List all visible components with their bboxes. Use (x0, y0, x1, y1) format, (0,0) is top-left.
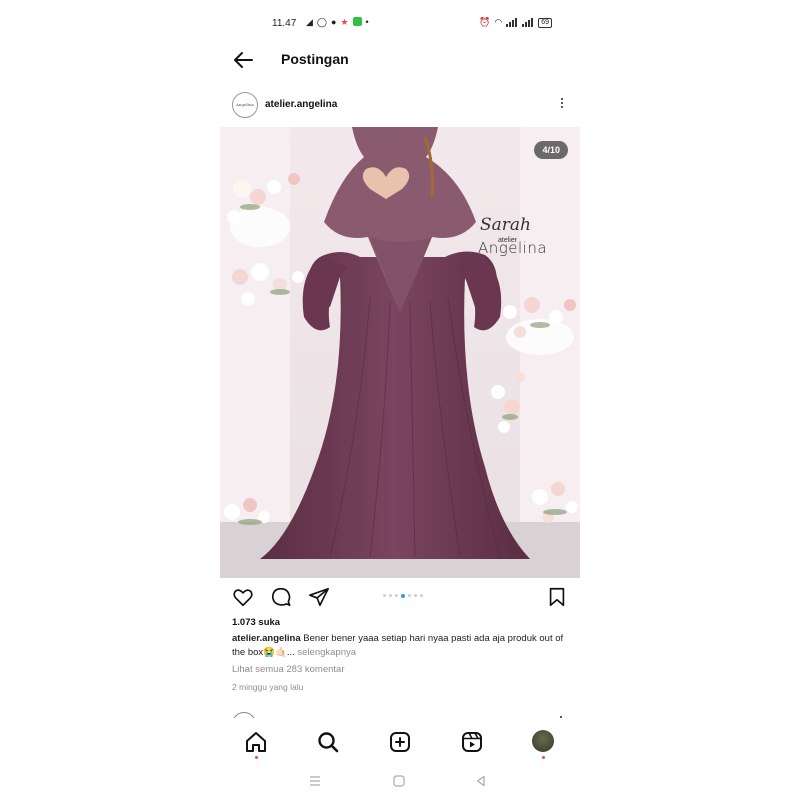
star-icon: ★ (340, 17, 349, 27)
dot-icon: • (365, 17, 369, 27)
battery-indicator: 69 (538, 17, 552, 28)
signal-icon (522, 18, 534, 27)
carousel-dot (389, 594, 392, 597)
signal-icon (506, 18, 518, 27)
whatsapp-icon: ◯ (316, 17, 327, 27)
post-action-bar (220, 584, 580, 610)
image-brand-watermark: Sarah atelier Angelina (478, 215, 548, 257)
likes-count[interactable]: 1.073 suka (232, 617, 280, 628)
next-post-more-icon[interactable] (560, 716, 562, 718)
carousel-dot (414, 594, 417, 597)
top-app-bar: Postingan (220, 44, 580, 76)
page-title: Postingan (281, 51, 349, 67)
see-more-link[interactable]: selengkapnya (297, 647, 356, 658)
post-image[interactable]: 4/10 Sarah atelier Angelina (220, 127, 580, 578)
back-triangle-icon[interactable] (474, 774, 488, 788)
caption-username[interactable]: atelier.angelina (232, 633, 301, 644)
profile-avatar[interactable] (532, 730, 556, 754)
search-icon[interactable] (316, 730, 340, 754)
home-icon[interactable] (244, 730, 268, 754)
back-arrow-icon[interactable] (232, 50, 254, 70)
reels-icon[interactable] (460, 730, 484, 754)
like-heart-icon[interactable] (232, 586, 254, 608)
create-post-icon[interactable] (388, 730, 412, 754)
dress-photo (220, 127, 580, 578)
carousel-dot (408, 594, 411, 597)
save-bookmark-icon[interactable] (546, 586, 568, 608)
carousel-dot (420, 594, 423, 597)
telegram-icon: ◢ (306, 17, 313, 27)
home-button-icon[interactable] (392, 774, 406, 788)
alarm-icon: ⏰ (479, 17, 491, 27)
carousel-indicator (383, 593, 423, 598)
recents-icon[interactable] (308, 774, 322, 788)
bottom-navigation (220, 726, 580, 762)
post-username[interactable]: atelier.angelina (265, 99, 337, 110)
post-caption: atelier.angelina Bener bener yaaa setiap… (232, 632, 572, 660)
post-timestamp: 2 minggu yang lalu (232, 682, 304, 692)
carousel-dot-active (401, 593, 405, 598)
instagram-post-screen: 11.47 ◢ ◯ ● ★ • ⏰ ◠ 69 Postingan Angelin… (220, 0, 580, 800)
image-counter-badge: 4/10 (534, 141, 568, 159)
status-bar: 11.47 ◢ ◯ ● ★ • ⏰ ◠ 69 (220, 14, 580, 34)
view-all-comments-link[interactable]: Lihat semua 283 komentar (232, 664, 344, 675)
home-notification-dot (255, 756, 258, 759)
app-icon (352, 17, 362, 26)
share-send-icon[interactable] (308, 586, 330, 608)
more-options-icon[interactable] (558, 96, 566, 112)
next-post-avatar (232, 712, 256, 718)
comment-bubble-icon[interactable] (270, 586, 292, 608)
shazam-icon: ● (331, 17, 337, 27)
system-navigation-bar (220, 770, 580, 792)
profile-notification-dot (542, 756, 545, 759)
carousel-dot (395, 594, 398, 597)
wifi-icon: ◠ (494, 17, 503, 27)
post-header: Angelina atelier.angelina (220, 90, 580, 122)
carousel-dot (383, 594, 386, 597)
status-time: 11.47 (272, 18, 297, 29)
avatar[interactable]: Angelina (232, 92, 258, 118)
